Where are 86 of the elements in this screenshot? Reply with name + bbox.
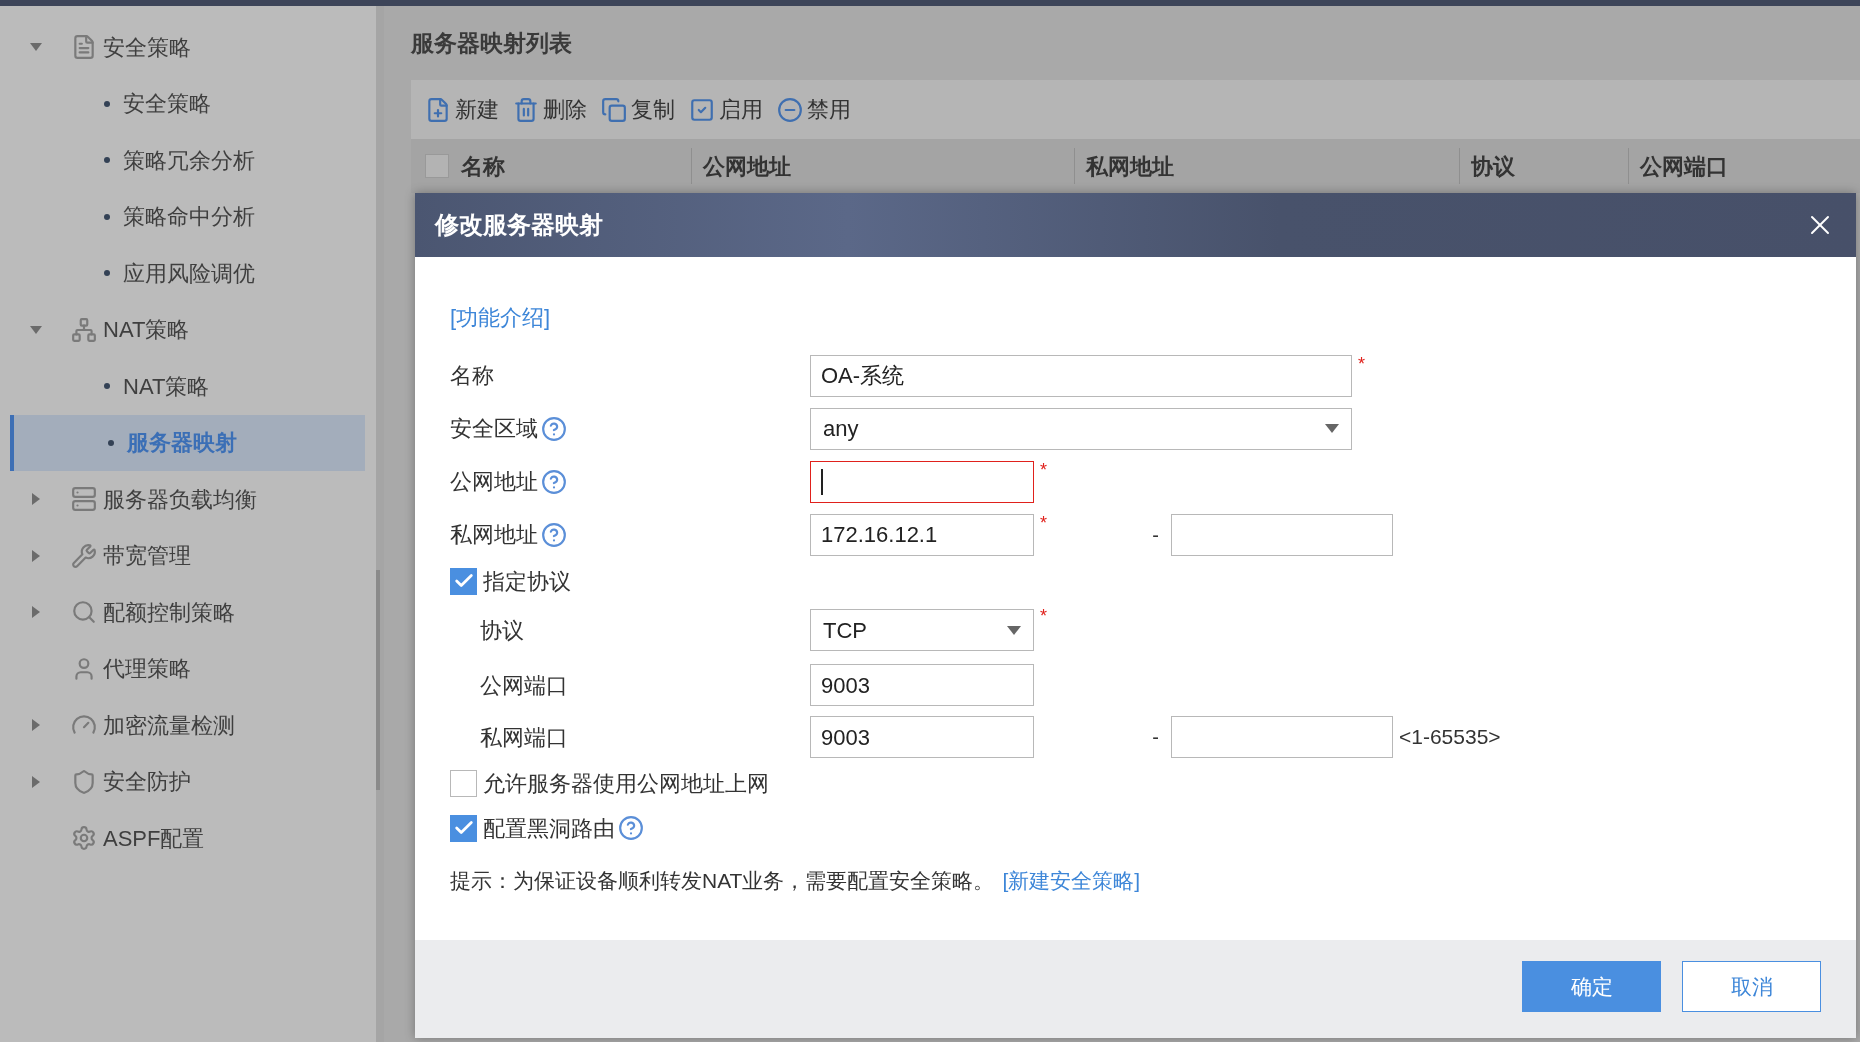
- sidebar-item[interactable]: 服务器负载均衡: [0, 471, 376, 528]
- sidebar-item[interactable]: NAT策略: [0, 301, 376, 358]
- text-field[interactable]: [1171, 513, 1393, 556]
- sidebar-subitem[interactable]: 策略命中分析: [0, 188, 376, 245]
- text-field[interactable]: [810, 460, 1034, 503]
- toolbar-button[interactable]: 禁用: [777, 93, 851, 126]
- column-header[interactable]: 名称: [461, 149, 505, 183]
- wrench-icon: [71, 542, 97, 569]
- toolbar-button[interactable]: 删除: [513, 93, 587, 126]
- column-header[interactable]: 公网端口: [1640, 149, 1728, 183]
- range-hint: <1-65535>: [1399, 724, 1501, 751]
- check-square-icon: [689, 96, 715, 123]
- sidebar-item[interactable]: 安全防护: [0, 753, 376, 810]
- file-icon: [71, 34, 97, 61]
- checkbox-label: 配置黑洞路由: [483, 814, 615, 843]
- sidebar-subitem[interactable]: 应用风险调优: [0, 245, 376, 302]
- required-mark: *: [1357, 353, 1366, 376]
- bullet-icon: [104, 383, 110, 390]
- checkbox[interactable]: [450, 814, 477, 842]
- confirm-button[interactable]: 确定: [1522, 961, 1661, 1012]
- checkbox[interactable]: [450, 769, 477, 797]
- help-icon[interactable]: [541, 521, 567, 548]
- text-field[interactable]: 9003: [810, 716, 1034, 758]
- field-label: 公网端口: [480, 671, 568, 700]
- sidebar-item[interactable]: 带宽管理: [0, 527, 376, 584]
- text-field[interactable]: [1171, 716, 1393, 758]
- file-plus-icon: [425, 96, 451, 123]
- field-label: 协议: [480, 616, 524, 645]
- bullet-icon: [104, 213, 110, 220]
- intro-link[interactable]: [功能介绍]: [450, 300, 551, 334]
- toolbar-button[interactable]: 启用: [689, 93, 763, 126]
- minus-circle-icon: [777, 96, 803, 123]
- settings-icon: [71, 825, 97, 852]
- new-policy-link[interactable]: [新建安全策略]: [1002, 865, 1141, 897]
- toolbar-button[interactable]: 复制: [601, 93, 675, 126]
- search-icon: [71, 599, 97, 626]
- required-mark: *: [1039, 512, 1048, 535]
- text-field[interactable]: 172.16.12.1: [810, 513, 1034, 556]
- copy-icon: [601, 96, 627, 123]
- text-field[interactable]: 9003: [810, 664, 1034, 706]
- sidebar-subitem[interactable]: 安全策略: [0, 75, 376, 132]
- checkbox-label: 指定协议: [483, 567, 571, 596]
- help-icon[interactable]: [541, 415, 567, 442]
- sidebar-item[interactable]: ASPF配置: [0, 810, 376, 867]
- dialog-title: 修改服务器映射: [435, 210, 603, 240]
- help-icon[interactable]: [541, 468, 567, 495]
- server-icon: [71, 486, 97, 513]
- range-separator: -: [1152, 522, 1159, 548]
- hint-text: 提示：为保证设备顺利转发NAT业务，需要配置安全策略。: [450, 868, 995, 895]
- help-icon[interactable]: [618, 815, 644, 841]
- checkbox-label: 允许服务器使用公网地址上网: [483, 769, 769, 798]
- column-header[interactable]: 公网地址: [703, 149, 791, 183]
- sidebar-item[interactable]: 加密流量检测: [0, 697, 376, 754]
- bullet-icon: [104, 157, 110, 164]
- sidebar-item[interactable]: 配额控制策略: [0, 584, 376, 641]
- required-mark: *: [1039, 459, 1048, 482]
- text-field[interactable]: OA-系统: [810, 354, 1352, 397]
- dropdown-field[interactable]: any: [810, 407, 1352, 450]
- field-label: 私网端口: [480, 723, 568, 752]
- cancel-button[interactable]: 取消: [1682, 961, 1821, 1012]
- column-header[interactable]: 协议: [1471, 149, 1515, 183]
- required-mark: *: [1039, 605, 1048, 628]
- column-header[interactable]: 私网地址: [1086, 149, 1174, 183]
- trash-icon: [513, 96, 539, 123]
- network-icon: [71, 316, 97, 343]
- sidebar-subitem[interactable]: 策略冗余分析: [0, 132, 376, 189]
- field-label: 安全区域: [450, 415, 538, 443]
- dropdown-field[interactable]: TCP: [810, 609, 1034, 651]
- bullet-icon: [108, 439, 114, 446]
- dropdown-caret-icon: [1325, 424, 1339, 433]
- bullet-icon: [104, 100, 110, 107]
- shield-icon: [71, 768, 97, 795]
- checkbox[interactable]: [450, 567, 477, 595]
- toolbar-button[interactable]: 新建: [425, 93, 499, 126]
- field-label: 私网地址: [450, 521, 538, 549]
- field-label: 公网地址: [450, 468, 538, 496]
- select-all-checkbox[interactable]: [425, 154, 449, 178]
- sidebar-subitem[interactable]: NAT策略: [0, 358, 376, 415]
- range-separator: -: [1152, 725, 1159, 750]
- sidebar-item[interactable]: 安全策略: [0, 19, 376, 76]
- sidebar-item[interactable]: 代理策略: [0, 640, 376, 697]
- dropdown-caret-icon: [1007, 625, 1021, 635]
- text-cursor: [821, 468, 823, 495]
- page-title: 服务器映射列表: [411, 28, 572, 58]
- bullet-icon: [104, 270, 110, 277]
- field-label: 名称: [450, 362, 494, 390]
